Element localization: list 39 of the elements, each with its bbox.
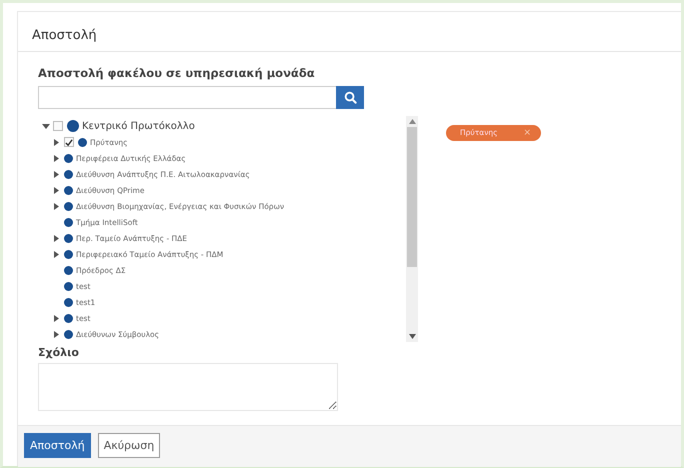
search-button[interactable] [336,86,364,109]
search-icon [344,91,356,104]
node-icon [64,218,73,226]
expander-icon[interactable] [53,330,59,338]
scroll-down-icon[interactable] [408,334,416,339]
scrollbar[interactable] [406,116,418,342]
node-icon [64,234,73,242]
node-icon [64,314,73,322]
tree-item[interactable]: Κεντρικό Πρωτόκολλο [82,120,195,132]
send-button[interactable]: Αποστολή [24,433,91,458]
node-icon [64,282,73,290]
node-icon [64,266,73,274]
cancel-button[interactable]: Ακύρωση [98,433,160,458]
expander-icon[interactable] [53,202,59,210]
expander-icon[interactable] [53,186,59,194]
node-icon [64,298,73,306]
expander-icon[interactable] [53,234,59,242]
node-icon [64,250,73,258]
expander-icon[interactable] [53,314,59,322]
expander-icon[interactable] [42,122,53,130]
node-icon [67,120,79,132]
expander-icon[interactable] [53,170,59,178]
checkbox[interactable] [53,121,63,131]
field-label: Αποστολή φακέλου σε υπηρεσιακή μονάδα [38,66,315,80]
expander-icon[interactable] [53,154,59,162]
node-icon [64,202,73,210]
expander-icon[interactable] [53,250,59,258]
search-field[interactable] [38,86,336,109]
node-icon [64,186,73,194]
node-icon [64,154,73,162]
checkbox[interactable] [64,137,74,147]
comment-field[interactable] [38,363,338,411]
node-icon [64,170,73,178]
node-icon [64,330,73,338]
node-icon [78,138,87,146]
panel-title: Αποστολή [32,28,97,43]
field-label: Σχόλιο [38,346,79,359]
expander-icon[interactable] [53,138,59,146]
scroll-up-icon[interactable] [408,119,416,124]
